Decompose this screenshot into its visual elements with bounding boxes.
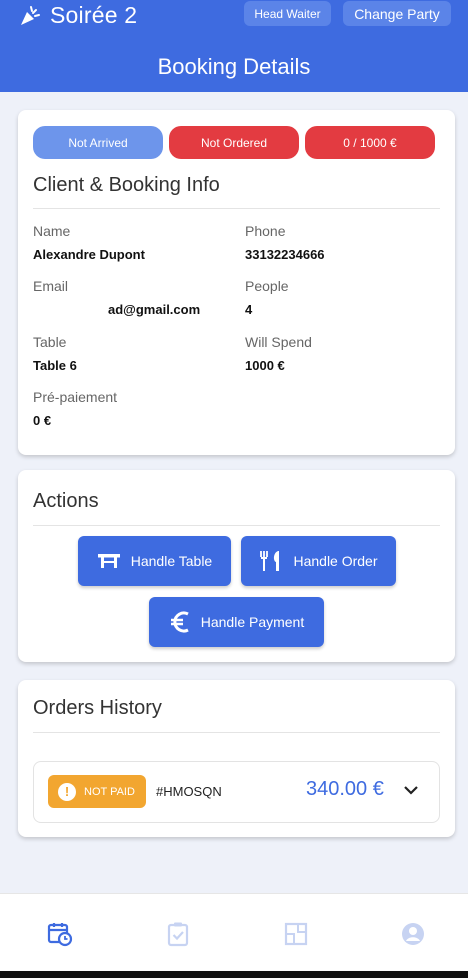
change-party-button[interactable]: Change Party [343,1,451,26]
handle-order-label: Handle Order [293,553,378,569]
order-amount: 340.00 € [306,778,384,800]
nav-bookings[interactable] [46,920,74,948]
payment-status-badge: ! NOT PAID [48,775,146,808]
calendar-clock-icon [47,923,73,947]
order-row[interactable]: ! NOT PAID #HMOSQN 340.00 € [33,761,440,823]
bottom-nav [0,893,468,971]
euro-icon [170,611,189,633]
chevron-down-icon[interactable] [403,784,419,796]
table-icon [97,554,120,568]
name-label: Name [33,223,71,239]
booking-info-card: Not Arrived Not Ordered 0 / 1000 € Clien… [18,110,455,455]
orders-history-heading: Orders History [33,697,162,719]
table-label: Table [33,334,67,350]
divider [33,208,440,209]
floor-plan-icon [284,922,308,946]
handle-table-label: Handle Table [130,553,213,569]
utensils-icon [260,551,280,571]
client-info-heading: Client & Booking Info [33,174,220,196]
brand-title: Soirée 2 [50,2,138,28]
nav-tasks[interactable] [164,920,192,948]
actions-heading: Actions [33,490,99,512]
alert-icon: ! [58,782,76,801]
account-icon [402,923,424,945]
order-status-badge[interactable]: Not Ordered [169,126,299,159]
email-value: ad@gmail.com [108,302,201,317]
email-label: Email [33,278,69,294]
clipboard-check-icon [167,922,189,947]
app-header: Soirée 2 Head Waiter Change Party Bookin… [0,0,468,92]
status-row: Not Arrived Not Ordered 0 / 1000 € [33,126,435,159]
prepayment-value: 0 € [33,413,52,428]
order-code: #HMOSQN [156,784,222,799]
brand: Soirée 2 [18,2,137,29]
orders-history-card: Orders History ! NOT PAID #HMOSQN 340.00… [18,680,455,837]
spend-progress-badge[interactable]: 0 / 1000 € [305,126,435,159]
will-spend-value: 1000 € [245,358,285,373]
handle-table-button[interactable]: Handle Table [78,536,231,586]
nav-account[interactable] [399,920,427,948]
head-waiter-button[interactable]: Head Waiter [244,1,331,26]
arrival-status-badge[interactable]: Not Arrived [33,126,163,159]
system-gesture-bar [0,971,468,978]
name-value: Alexandre Dupont [33,247,145,262]
phone-value: 33132234666 [245,247,325,262]
people-label: People [245,278,289,294]
will-spend-label: Will Spend [245,334,312,350]
divider [33,732,440,733]
handle-payment-button[interactable]: Handle Payment [149,597,324,647]
page-title: Booking Details [157,54,311,79]
people-value: 4 [245,302,253,317]
nav-floor-plan[interactable] [282,920,310,948]
prepayment-label: Pré-paiement [33,389,118,405]
divider [33,525,440,526]
table-value: Table 6 [33,358,77,373]
actions-card: Actions Handle Table Handle Order Handle… [18,470,455,662]
handle-order-button[interactable]: Handle Order [241,536,396,586]
payment-status-label: NOT PAID [84,785,135,798]
party-popper-icon [21,5,40,25]
phone-label: Phone [245,223,286,239]
handle-payment-label: Handle Payment [200,614,305,630]
